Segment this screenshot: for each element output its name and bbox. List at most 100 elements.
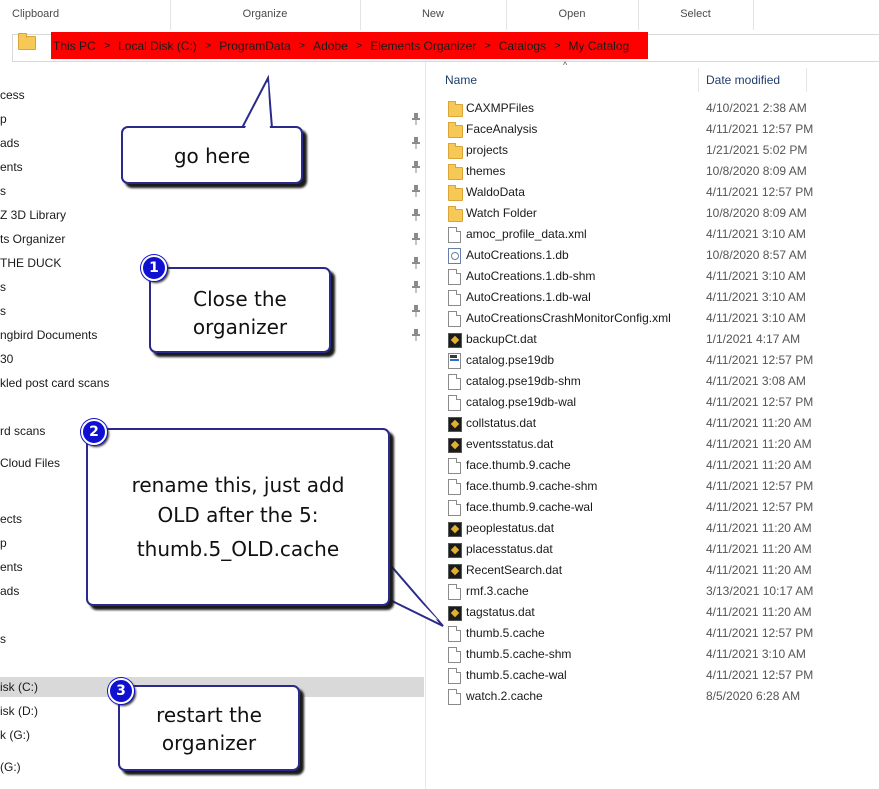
chevron-right-icon[interactable]: > xyxy=(299,40,305,52)
file-row[interactable]: WaldoData 4/11/2021 12:57 PM xyxy=(426,182,879,203)
file-row[interactable]: Watch Folder 10/8/2020 8:09 AM xyxy=(426,203,879,224)
nav-item-label: ects xyxy=(0,512,23,526)
breadcrumb-catalogs[interactable]: Catalogs xyxy=(499,39,546,53)
breadcrumb-adobe[interactable]: Adobe xyxy=(313,39,348,53)
file-row[interactable]: face.thumb.9.cache-wal 4/11/2021 12:57 PM xyxy=(426,497,879,518)
file-row[interactable]: CAXMPFiles 4/10/2021 2:38 AM xyxy=(426,98,879,119)
go-here-text: go here xyxy=(173,144,251,168)
ribbon-group-clipboard[interactable]: Clipboard xyxy=(0,0,171,30)
go-here-callout: go here xyxy=(121,126,303,184)
file-date-modified: 4/11/2021 3:10 AM xyxy=(706,269,806,283)
pin-icon[interactable] xyxy=(411,113,421,125)
nav-item[interactable]: s xyxy=(0,629,424,649)
breadcrumb-local-disk[interactable]: Local Disk (C:) xyxy=(118,39,197,53)
file-row[interactable]: placesstatus.dat 4/11/2021 11:20 AM xyxy=(426,539,879,560)
pin-icon[interactable] xyxy=(411,233,421,245)
column-header-date-modified[interactable]: Date modified xyxy=(706,73,780,87)
file-row[interactable]: thumb.5.cache 4/11/2021 12:57 PM xyxy=(426,623,879,644)
file-row[interactable]: rmf.3.cache 3/13/2021 10:17 AM xyxy=(426,581,879,602)
nav-item[interactable]: cess xyxy=(0,85,424,105)
chevron-right-icon[interactable]: > xyxy=(484,40,490,52)
file-row[interactable]: catalog.pse19db-shm 4/11/2021 3:08 AM xyxy=(426,371,879,392)
file-name: thumb.5.cache xyxy=(466,626,545,640)
file-row[interactable]: collstatus.dat 4/11/2021 11:20 AM xyxy=(426,413,879,434)
column-divider[interactable] xyxy=(698,68,699,92)
file-date-modified: 4/11/2021 3:10 AM xyxy=(706,311,806,325)
breadcrumb-my-catalog[interactable]: My Catalog xyxy=(569,39,630,53)
pin-icon[interactable] xyxy=(411,257,421,269)
ribbon-group-select[interactable]: Select xyxy=(638,0,754,30)
file-row[interactable]: face.thumb.9.cache 4/11/2021 11:20 AM xyxy=(426,455,879,476)
ribbon-group-new[interactable]: New xyxy=(360,0,507,30)
pin-icon[interactable] xyxy=(411,161,421,173)
file-date-modified: 4/11/2021 12:57 PM xyxy=(706,500,814,514)
chevron-right-icon[interactable]: > xyxy=(554,40,560,52)
file-date-modified: 4/11/2021 11:20 AM xyxy=(706,458,812,472)
column-header-name[interactable]: Name xyxy=(445,73,477,87)
nav-item-label: ents xyxy=(0,560,23,574)
file-row[interactable]: FaceAnalysis 4/11/2021 12:57 PM xyxy=(426,119,879,140)
app-file-icon xyxy=(448,564,462,579)
file-date-modified: 4/11/2021 12:57 PM xyxy=(706,353,814,367)
file-date-modified: 4/11/2021 12:57 PM xyxy=(706,479,814,493)
pin-icon[interactable] xyxy=(411,209,421,221)
app-file-icon xyxy=(448,543,462,558)
column-divider[interactable] xyxy=(806,68,807,92)
file-name: amoc_profile_data.xml xyxy=(466,227,587,241)
file-name: face.thumb.9.cache-wal xyxy=(466,500,593,514)
file-row[interactable]: catalog.pse19db-wal 4/11/2021 12:57 PM xyxy=(426,392,879,413)
breadcrumb-this-pc[interactable]: This PC xyxy=(53,39,96,53)
breadcrumb-elements-organizer[interactable]: Elements Organizer xyxy=(370,39,476,53)
nav-item-label: s xyxy=(0,280,6,294)
file-name: rmf.3.cache xyxy=(466,584,529,598)
file-list: ^ Name Date modified CAXMPFiles 4/10/2021… xyxy=(426,60,879,789)
nav-item[interactable]: kled post card scans xyxy=(0,373,424,393)
nav-item[interactable]: ts Organizer xyxy=(0,229,424,249)
file-name: placesstatus.dat xyxy=(466,542,553,556)
document-icon xyxy=(448,227,461,243)
nav-item-label: isk (C:) xyxy=(0,680,38,694)
ribbon-group-organize[interactable]: Organize xyxy=(170,0,361,30)
file-row[interactable]: AutoCreationsCrashMonitorConfig.xml 4/11/… xyxy=(426,308,879,329)
file-row[interactable]: eventsstatus.dat 4/11/2021 11:20 AM xyxy=(426,434,879,455)
file-row[interactable]: peoplestatus.dat 4/11/2021 11:20 AM xyxy=(426,518,879,539)
app-file-icon xyxy=(448,417,462,432)
pin-icon[interactable] xyxy=(411,137,421,149)
step3-badge: 3 xyxy=(108,678,134,704)
file-name: watch.2.cache xyxy=(466,689,543,703)
file-row[interactable]: backupCt.dat 1/1/2021 4:17 AM xyxy=(426,329,879,350)
chevron-right-icon[interactable]: > xyxy=(205,40,211,52)
breadcrumb-programdata[interactable]: ProgramData xyxy=(219,39,290,53)
pin-icon[interactable] xyxy=(411,185,421,197)
file-row[interactable]: amoc_profile_data.xml 4/11/2021 3:10 AM xyxy=(426,224,879,245)
chevron-right-icon[interactable]: > xyxy=(356,40,362,52)
folder-icon xyxy=(448,206,463,222)
nav-item-label: THE DUCK xyxy=(0,256,62,270)
file-name: AutoCreationsCrashMonitorConfig.xml xyxy=(466,311,671,325)
file-row[interactable]: tagstatus.dat 4/11/2021 11:20 AM xyxy=(426,602,879,623)
ribbon-group-label: Select xyxy=(680,8,711,20)
pin-icon[interactable] xyxy=(411,281,421,293)
nav-item[interactable]: s xyxy=(0,181,424,201)
ribbon-group-open[interactable]: Open xyxy=(506,0,639,30)
nav-item[interactable]: Z 3D Library xyxy=(0,205,424,225)
document-icon xyxy=(448,395,461,411)
file-row[interactable]: AutoCreations.1.db 10/8/2020 8:57 AM xyxy=(426,245,879,266)
file-row[interactable]: thumb.5.cache-shm 4/11/2021 3:10 AM xyxy=(426,644,879,665)
file-row[interactable]: watch.2.cache 8/5/2020 6:28 AM xyxy=(426,686,879,707)
file-name: AutoCreations.1.db-wal xyxy=(466,290,591,304)
column-header-row: ^ Name Date modified xyxy=(426,60,879,98)
file-row[interactable]: AutoCreations.1.db-shm 4/11/2021 3:10 AM xyxy=(426,266,879,287)
file-row[interactable]: projects 1/21/2021 5:02 PM xyxy=(426,140,879,161)
file-row[interactable]: RecentSearch.dat 4/11/2021 11:20 AM xyxy=(426,560,879,581)
file-date-modified: 4/11/2021 11:20 AM xyxy=(706,542,812,556)
pin-icon[interactable] xyxy=(411,305,421,317)
file-row[interactable]: face.thumb.9.cache-shm 4/11/2021 12:57 PM xyxy=(426,476,879,497)
file-row[interactable]: AutoCreations.1.db-wal 4/11/2021 3:10 AM xyxy=(426,287,879,308)
file-row[interactable]: thumb.5.cache-wal 4/11/2021 12:57 PM xyxy=(426,665,879,686)
file-row[interactable]: themes 10/8/2020 8:09 AM xyxy=(426,161,879,182)
pin-icon[interactable] xyxy=(411,329,421,341)
file-row[interactable]: catalog.pse19db 4/11/2021 12:57 PM xyxy=(426,350,879,371)
document-icon xyxy=(448,584,461,600)
chevron-right-icon[interactable]: > xyxy=(104,40,110,52)
